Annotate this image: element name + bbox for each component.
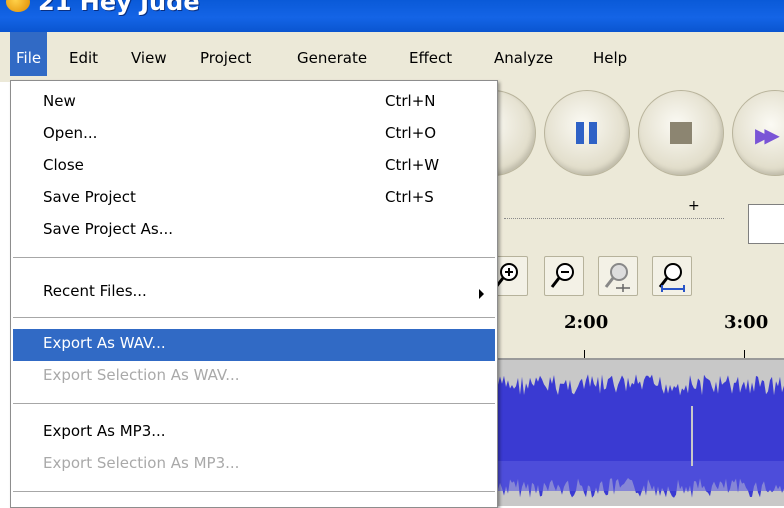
menu-item-open[interactable]: Open... Ctrl+O [13,119,495,151]
zoom-selection-icon [658,263,685,292]
title-bar: 21 Hey Jude [0,0,784,32]
menu-separator [13,491,495,493]
menu-project[interactable]: Project [194,32,257,76]
menu-item-label: Open... [43,124,98,142]
zoom-out-button[interactable] [544,256,584,296]
app-logo-icon [6,0,30,12]
menu-item-label: Export Selection As MP3... [43,454,240,472]
zoom-toolbar [488,250,784,302]
menu-item-recent-files[interactable]: Recent Files... [13,277,495,309]
menu-item-label: Save Project [43,188,136,206]
menu-bar: File Edit View Project Generate Effect A… [0,32,784,82]
fast-forward-button[interactable]: ▶▶ [732,90,784,176]
zoom-fit-icon [604,263,630,292]
zoom-fit-button[interactable] [598,256,638,296]
pause-icon [576,122,598,144]
timeline-tick [584,350,585,358]
timeline-tick-label: 3:00 [724,312,769,333]
menu-item-shortcut: Ctrl+N [385,92,436,110]
menu-item-shortcut: Ctrl+W [385,156,440,174]
pause-button[interactable] [544,90,630,176]
menu-item-shortcut: Ctrl+S [385,188,434,206]
timeline-tick [744,350,745,358]
menu-help[interactable]: Help [587,32,633,76]
stop-icon [670,122,692,144]
menu-item-export-selection-as-wav: Export Selection As WAV... [13,361,495,393]
main-window-area: ▶▶ + 2:00 3:00 [450,76,784,506]
meter-input[interactable] [748,204,784,244]
timeline-ruler[interactable]: 2:00 3:00 [498,302,784,360]
file-menu-dropdown: New Ctrl+N Open... Ctrl+O Close Ctrl+W S… [10,80,498,508]
window-title: 21 Hey Jude [38,0,200,16]
audio-track[interactable] [498,360,784,506]
menu-item-export-selection-as-mp3: Export Selection As MP3... [13,449,495,481]
submenu-arrow-icon [479,289,484,299]
meter-plus-label: + [688,198,700,214]
zoom-out-icon [550,263,574,288]
menu-item-label: Close [43,156,84,174]
menu-file[interactable]: File [10,32,48,76]
stop-button[interactable] [638,90,724,176]
menu-item-shortcut: Ctrl+O [385,124,437,142]
meter-toolbar: + [498,186,784,250]
menu-analyze[interactable]: Analyze [488,32,559,76]
menu-item-new[interactable]: New Ctrl+N [13,87,495,119]
menu-item-label: Save Project As... [43,220,174,238]
menu-item-label: Export Selection As WAV... [43,366,240,384]
menu-separator [13,257,495,259]
menu-item-label: Export As WAV... [43,334,166,352]
menu-separator [13,317,495,319]
menu-effect[interactable]: Effect [403,32,458,76]
menu-item-label: Recent Files... [43,282,147,300]
menu-item-export-as-wav[interactable]: Export As WAV... [13,329,495,361]
zoom-in-icon [494,263,518,288]
menu-separator [13,403,495,405]
menu-edit[interactable]: Edit [63,32,104,76]
menu-item-export-as-mp3[interactable]: Export As MP3... [13,417,495,449]
menu-item-close[interactable]: Close Ctrl+W [13,151,495,183]
zoom-selection-button[interactable] [652,256,692,296]
meter-scale [504,216,724,219]
waveform-body [498,461,784,491]
transport-toolbar: ▶▶ [450,76,784,186]
waveform [498,366,784,506]
fast-forward-icon: ▶▶ [755,123,780,147]
menu-generate[interactable]: Generate [291,32,373,76]
menu-view[interactable]: View [125,32,173,76]
menu-item-save-project-as[interactable]: Save Project As... [13,215,495,247]
menu-item-label: Export As MP3... [43,422,166,440]
menu-item-save-project[interactable]: Save Project Ctrl+S [13,183,495,215]
menu-item-label: New [43,92,76,110]
timeline-tick-label: 2:00 [564,312,609,333]
